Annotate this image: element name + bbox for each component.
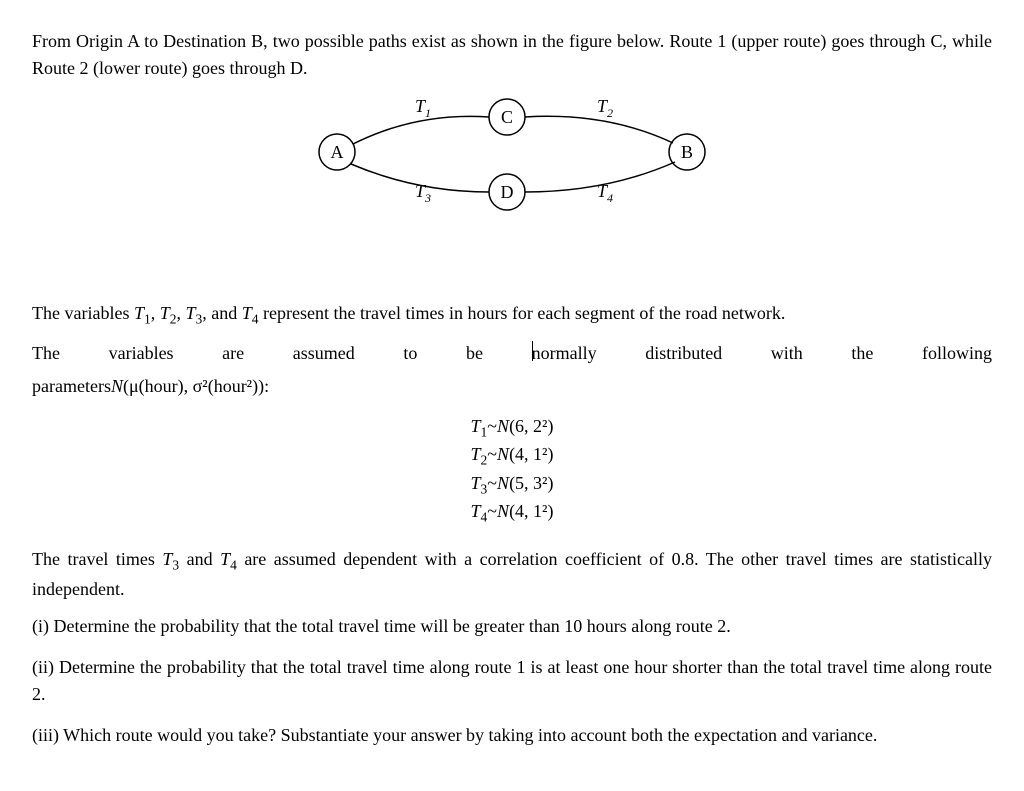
network-figure: A C D B T1 T2 T3 T4 [32,92,992,212]
intro-paragraph: From Origin A to Destination B, two poss… [32,28,992,82]
eq-t3: T3~N(5, 3²) [32,471,992,499]
dependence-paragraph: The travel times T3 and T4 are assumed d… [32,546,992,603]
node-b-label: B [681,142,693,162]
node-c-label: C [501,107,513,127]
eq-t4: T4~N(4, 1²) [32,499,992,527]
variables-paragraph-1: The variables T1, T2, T3, and T4 represe… [32,300,992,330]
eq-t2: T2~N(4, 1²) [32,442,992,470]
variables-paragraph-2: The variables are assumed to be normally… [32,340,992,367]
question-2: (ii) Determine the probability that the … [32,654,992,708]
eq-t1: T1~N(6, 2²) [32,414,992,442]
node-d-label: D [501,182,514,202]
question-1: (i) Determine the probability that the t… [32,613,992,640]
distribution-equations: T1~N(6, 2²) T2~N(4, 1²) T3~N(5, 3²) T4~N… [32,414,992,528]
question-3: (iii) Which route would you take? Substa… [32,722,992,749]
edge-label-t4: T4 [597,181,613,205]
edge-c-b [525,116,673,143]
variables-paragraph-3: parametersN(μ(hour), σ²(hour²)): [32,373,992,400]
edge-label-t1: T1 [415,96,431,120]
network-svg: A C D B T1 T2 T3 T4 [297,92,727,212]
edge-label-t2: T2 [597,96,613,120]
edge-label-t3: T3 [415,181,431,205]
node-a-label: A [331,142,344,162]
edge-a-c [353,116,489,144]
